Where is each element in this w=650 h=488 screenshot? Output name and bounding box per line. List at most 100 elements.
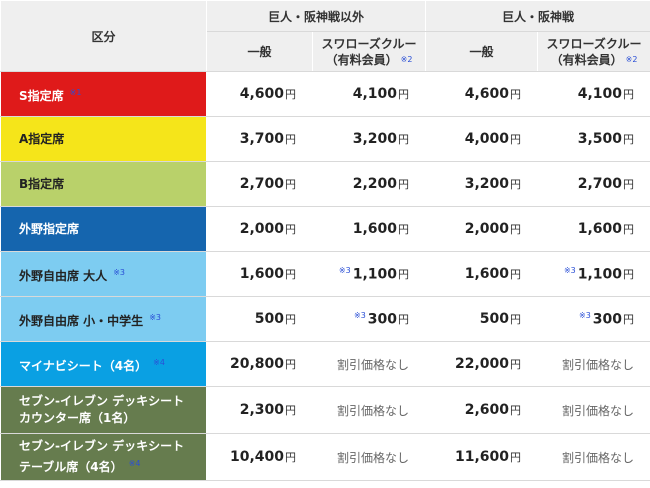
yen-unit: 円	[623, 88, 635, 101]
price-cell: 2,700円	[537, 161, 650, 207]
price-value: 2,000	[464, 221, 510, 237]
price-value: 2,700	[239, 176, 284, 192]
header-crew-note: ※2	[400, 54, 413, 64]
seat-category: セブン-イレブン デッキシート テーブル席（4名） ※4	[0, 433, 207, 481]
yen-unit: 円	[285, 268, 296, 281]
seat-category-label-line2: テーブル席（4名）	[19, 460, 123, 474]
yen-unit: 円	[398, 223, 410, 236]
price-value: 1,100	[352, 266, 398, 283]
yen-unit: 円	[285, 451, 296, 464]
price-value: 3,700	[239, 131, 284, 147]
yen-unit: 円	[510, 313, 522, 326]
price-cell: ※3 1,100円	[537, 251, 650, 297]
price-value: 2,000	[239, 221, 284, 237]
yen-unit: 円	[623, 268, 635, 282]
price-cell: 10,400円	[206, 433, 313, 481]
seat-category-label: 外野自由席 大人	[19, 268, 108, 283]
price-value: 2,200	[352, 176, 398, 192]
yen-unit: 円	[510, 268, 522, 281]
price-cell: 2,700円	[206, 161, 313, 207]
price-cell: 4,600円	[425, 71, 539, 117]
seat-category: 外野自由席 小・中学生 ※3	[0, 296, 207, 342]
table-row: A指定席 3,700円 3,200円 4,000円 3,500円	[0, 116, 650, 162]
header-crew-line1: スワローズクルー	[546, 36, 642, 51]
price-cell: 1,600円	[311, 206, 427, 252]
price-cell: 2,000円	[206, 206, 313, 252]
header-crew-line1: スワローズクルー	[321, 36, 417, 51]
price-cell: 2,200円	[311, 161, 427, 207]
price-cell: 500円	[425, 296, 539, 342]
yen-unit: 円	[510, 404, 522, 417]
header-crew-note: ※2	[625, 54, 638, 64]
yen-unit: 円	[285, 178, 296, 191]
yen-unit: 円	[623, 223, 635, 236]
seat-category: B指定席	[0, 161, 207, 207]
price-cell: 500円	[206, 296, 313, 342]
seat-category: 外野指定席	[0, 206, 207, 252]
header-crew-2: スワローズクルー （有料会員） ※2	[537, 31, 650, 72]
footnote-marker: ※3	[338, 265, 351, 275]
price-value: 500	[254, 311, 284, 327]
yen-unit: 円	[285, 313, 296, 326]
yen-unit: 円	[510, 133, 522, 146]
price-value: 3,200	[352, 131, 398, 147]
price-value: 500	[479, 311, 510, 327]
price-value: 11,600	[454, 449, 510, 465]
header-crew-line2: （有料会員）	[550, 52, 623, 67]
table-row: セブン-イレブン デッキシート カウンター席（1名） 2,300円 割引価格なし 2,6…	[0, 386, 650, 434]
price-cell: ※3 1,100円	[311, 251, 427, 297]
yen-unit: 円	[510, 88, 522, 101]
yen-unit: 円	[623, 133, 635, 146]
yen-unit: 円	[623, 313, 635, 327]
seat-category-label: 外野自由席 小・中学生	[19, 313, 144, 328]
price-value: 4,600	[464, 86, 510, 102]
price-value: 20,800	[229, 356, 284, 372]
table-row: マイナビシート（4名） ※4 20,800円 割引価格なし 22,000円 割引価格なし	[0, 341, 650, 387]
seat-category-label-line2: カウンター席（1名）	[19, 411, 136, 425]
no-discount-text: 割引価格なし	[537, 341, 650, 387]
price-value: 22,000	[454, 356, 510, 372]
table-body: S指定席 ※1 4,600円 4,100円 4,600円 4,100円 A指定席 3,700円…	[0, 71, 650, 481]
price-value: 4,000	[464, 131, 510, 147]
yen-unit: 円	[510, 358, 522, 371]
seat-category: S指定席 ※1	[0, 71, 207, 117]
seat-category-label: セブン-イレブン デッキシート	[19, 439, 185, 453]
seat-category: セブン-イレブン デッキシート カウンター席（1名）	[0, 386, 207, 434]
price-cell: 1,600円	[537, 206, 650, 252]
seat-category-label: S指定席	[19, 88, 64, 103]
price-value: 1,100	[577, 266, 623, 283]
footnote-marker: ※4	[153, 357, 165, 367]
header-group-non-giants-hanshin: 巨人・阪神戦以外	[205, 0, 427, 32]
yen-unit: 円	[285, 223, 296, 236]
price-value: 300	[592, 311, 623, 328]
price-cell: 22,000円	[425, 341, 539, 387]
seat-category-label: B指定席	[19, 176, 65, 191]
price-cell: ※3 300円	[311, 296, 427, 342]
header-general-2: 一般	[425, 31, 539, 72]
footnote-marker: ※3	[353, 310, 366, 320]
yen-unit: 円	[398, 178, 410, 191]
no-discount-text: 割引価格なし	[537, 433, 650, 481]
price-cell: 2,000円	[425, 206, 539, 252]
price-cell: 3,200円	[425, 161, 539, 207]
yen-unit: 円	[398, 268, 410, 282]
no-discount-text: 割引価格なし	[311, 386, 427, 434]
price-cell: 1,600円	[425, 251, 539, 297]
price-cell: 2,600円	[425, 386, 539, 434]
price-value: 10,400	[229, 449, 284, 465]
header-crew-line2: （有料会員）	[325, 52, 398, 67]
price-value: 4,100	[352, 86, 398, 102]
price-value: 1,600	[464, 266, 510, 282]
yen-unit: 円	[510, 223, 522, 236]
yen-unit: 円	[398, 313, 410, 327]
seat-category-label: セブン-イレブン デッキシート	[19, 394, 185, 408]
footnote-marker: ※1	[69, 87, 82, 97]
price-cell: 1,600円	[206, 251, 313, 297]
price-cell: 3,700円	[206, 116, 313, 162]
header-group-giants-hanshin: 巨人・阪神戦	[425, 0, 650, 32]
no-discount-text: 割引価格なし	[537, 386, 650, 434]
header-crew-1: スワローズクルー （有料会員） ※2	[311, 31, 427, 72]
table-row: セブン-イレブン デッキシート テーブル席（4名） ※4 10,400円 割引価格なし 1…	[0, 433, 650, 481]
seat-category-label: 外野指定席	[19, 221, 80, 236]
table-header: 区分 巨人・阪神戦以外 巨人・阪神戦 一般 スワローズクルー （有料会員） ※2 …	[0, 0, 650, 72]
